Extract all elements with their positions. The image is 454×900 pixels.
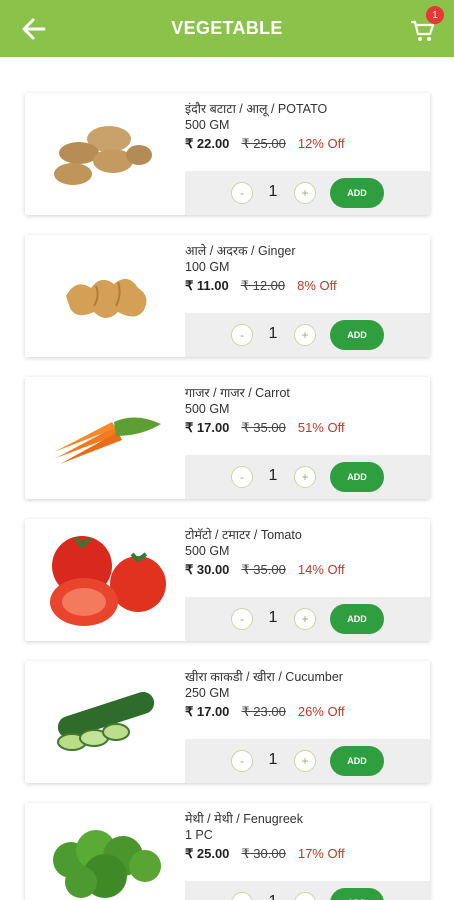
- increment-button[interactable]: +: [294, 324, 316, 346]
- page-title: VEGETABLE: [171, 18, 283, 38]
- add-button[interactable]: ADD: [330, 746, 384, 776]
- product-quantity: 500 GM: [185, 118, 230, 132]
- product-list: इंदौर बटाटा / आलू / POTATO 500 GM ₹ 22.0…: [0, 57, 454, 900]
- quantity-count: 1: [268, 183, 278, 200]
- decrement-button[interactable]: -: [231, 892, 253, 900]
- cart-count-badge: 1: [426, 6, 444, 24]
- quantity-action-bar: - 1 + ADD: [185, 313, 430, 357]
- product-quantity: 500 GM: [185, 402, 230, 416]
- quantity-count: 1: [268, 751, 278, 768]
- original-price: ₹ 35.00: [241, 562, 286, 577]
- sale-price: ₹ 30.00: [185, 562, 230, 577]
- add-button[interactable]: ADD: [330, 888, 384, 900]
- product-image-potato: [31, 101, 181, 207]
- price-row: ₹ 30.00 ₹ 35.00 14% Off: [185, 560, 430, 579]
- discount-label: 51% Off: [297, 420, 345, 435]
- original-price: ₹ 30.00: [241, 846, 286, 861]
- add-button[interactable]: ADD: [330, 462, 384, 492]
- discount-label: 17% Off: [297, 846, 345, 861]
- price-row: ₹ 11.00 ₹ 12.00 8% Off: [185, 276, 430, 295]
- product-name: आले / अदरक / Ginger: [185, 244, 296, 258]
- discount-label: 14% Off: [297, 562, 345, 577]
- product-info: खीरा काकडी / खीरा / Cucumber 250 GM ₹ 17…: [185, 669, 430, 721]
- decrement-button[interactable]: -: [231, 324, 253, 346]
- quantity-count: 1: [265, 893, 281, 900]
- increment-button[interactable]: +: [294, 608, 316, 630]
- decrement-button[interactable]: -: [231, 466, 253, 488]
- product-name: इंदौर बटाटा / आलू / POTATO: [185, 102, 328, 116]
- product-card[interactable]: इंदौर बटाटा / आलू / POTATO 500 GM ₹ 22.0…: [25, 93, 430, 215]
- sale-price: ₹ 17.00: [185, 704, 230, 719]
- sale-price: ₹ 17.00: [185, 420, 230, 435]
- quantity-action-bar: - 1 + ADD: [185, 455, 430, 499]
- product-card[interactable]: मेथी / मेथी / Fenugreek 1 PC ₹ 25.00 ₹ 3…: [25, 803, 430, 900]
- discount-label: 12% Off: [297, 136, 345, 151]
- product-card[interactable]: खीरा काकडी / खीरा / Cucumber 250 GM ₹ 17…: [25, 661, 430, 783]
- add-button[interactable]: ADD: [330, 604, 384, 634]
- quantity-action-bar: - 1 + ADD: [185, 171, 430, 215]
- quantity-count: 1: [268, 609, 278, 626]
- product-info: आले / अदरक / Ginger 100 GM ₹ 11.00 ₹ 12.…: [185, 243, 430, 295]
- sale-price: ₹ 25.00: [185, 846, 230, 861]
- quantity-action-bar: - 1 + ADD: [185, 739, 430, 783]
- discount-label: 26% Off: [297, 704, 345, 719]
- product-info: गाजर / गाजर / Carrot 500 GM ₹ 17.00 ₹ 35…: [185, 385, 430, 437]
- price-row: ₹ 25.00 ₹ 30.00 17% Off: [185, 844, 430, 863]
- product-name: गाजर / गाजर / Carrot: [185, 386, 290, 400]
- product-info: टोमॅटो / टमाटर / Tomato 500 GM ₹ 30.00 ₹…: [185, 527, 430, 579]
- original-price: ₹ 35.00: [241, 420, 286, 435]
- decrement-button[interactable]: -: [231, 750, 253, 772]
- increment-button[interactable]: +: [294, 892, 316, 900]
- product-name: खीरा काकडी / खीरा / Cucumber: [185, 670, 343, 684]
- product-name: मेथी / मेथी / Fenugreek: [185, 812, 303, 826]
- decrement-button[interactable]: -: [231, 182, 253, 204]
- product-quantity: 250 GM: [185, 686, 230, 700]
- product-image-ginger: [31, 243, 181, 349]
- product-card[interactable]: टोमॅटो / टमाटर / Tomato 500 GM ₹ 30.00 ₹…: [25, 519, 430, 641]
- product-card[interactable]: गाजर / गाजर / Carrot 500 GM ₹ 17.00 ₹ 35…: [25, 377, 430, 499]
- product-info: मेथी / मेथी / Fenugreek 1 PC ₹ 25.00 ₹ 3…: [185, 811, 430, 863]
- price-row: ₹ 22.00 ₹ 25.00 12% Off: [185, 134, 430, 153]
- product-card[interactable]: आले / अदरक / Ginger 100 GM ₹ 11.00 ₹ 12.…: [25, 235, 430, 357]
- product-image-cucumber: [31, 669, 181, 775]
- increment-button[interactable]: +: [294, 750, 316, 772]
- quantity-count: 1: [268, 467, 278, 484]
- product-quantity: 500 GM: [185, 544, 230, 558]
- app-header: VEGETABLE 1: [0, 0, 454, 57]
- increment-button[interactable]: +: [294, 182, 316, 204]
- product-info: इंदौर बटाटा / आलू / POTATO 500 GM ₹ 22.0…: [185, 101, 430, 153]
- price-row: ₹ 17.00 ₹ 23.00 26% Off: [185, 702, 430, 721]
- original-price: ₹ 25.00: [241, 136, 286, 151]
- increment-button[interactable]: +: [294, 466, 316, 488]
- add-button[interactable]: ADD: [330, 178, 384, 208]
- product-quantity: 100 GM: [185, 260, 230, 274]
- back-arrow-icon[interactable]: [18, 13, 50, 45]
- original-price: ₹ 23.00: [241, 704, 286, 719]
- quantity-action-bar: - 1 + ADD: [185, 881, 430, 900]
- decrement-button[interactable]: -: [231, 608, 253, 630]
- sale-price: ₹ 11.00: [185, 278, 229, 293]
- sale-price: ₹ 22.00: [185, 136, 230, 151]
- original-price: ₹ 12.00: [240, 278, 286, 293]
- quantity-count: 1: [268, 325, 278, 342]
- product-quantity: 1 PC: [185, 828, 213, 842]
- product-name: टोमॅटो / टमाटर / Tomato: [185, 528, 302, 542]
- quantity-action-bar: - 1 + ADD: [185, 597, 430, 641]
- price-row: ₹ 17.00 ₹ 35.00 51% Off: [185, 418, 430, 437]
- discount-label: 8% Off: [297, 278, 337, 293]
- add-button[interactable]: ADD: [330, 320, 384, 350]
- product-image-fenugreek: [31, 811, 181, 900]
- product-image-carrot: [31, 385, 181, 491]
- product-image-tomato: [31, 527, 181, 633]
